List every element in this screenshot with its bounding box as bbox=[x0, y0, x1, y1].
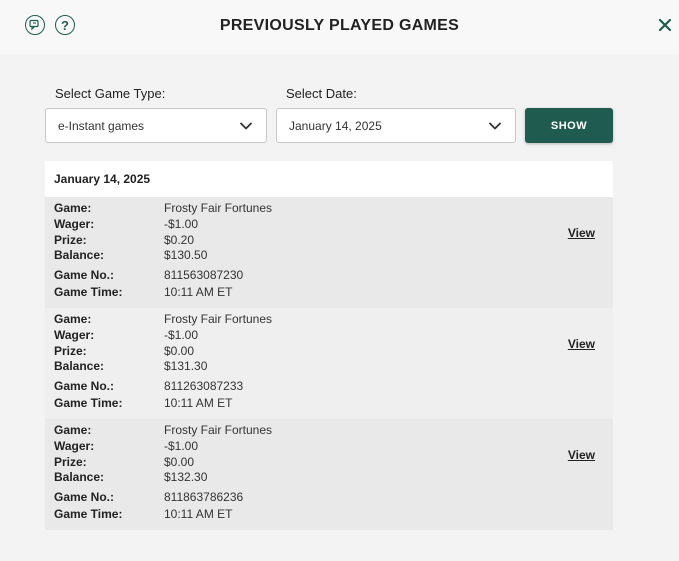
close-icon-glyph bbox=[658, 18, 672, 32]
prize-label: Prize: bbox=[54, 344, 87, 358]
game-record: Game: Frosty Fair Fortunes Wager: -$1.00 P… bbox=[45, 197, 613, 308]
game-no-field: Game No.: 811263087233 bbox=[54, 379, 243, 394]
prize-field: Prize: $0.00 bbox=[54, 455, 194, 470]
date-select[interactable]: January 14, 2025 bbox=[276, 108, 516, 143]
game-label: Game: bbox=[54, 201, 92, 215]
game-type-select[interactable]: e-Instant games bbox=[45, 108, 267, 143]
game-no-value: 811563087230 bbox=[164, 268, 244, 282]
wager-value: -$1.00 bbox=[164, 439, 199, 453]
game-type-value: e-Instant games bbox=[58, 118, 145, 133]
prize-field: Prize: $0.20 bbox=[54, 233, 194, 248]
wager-field: Wager: -$1.00 bbox=[54, 217, 198, 232]
game-name: Frosty Fair Fortunes bbox=[164, 201, 273, 215]
date-value: January 14, 2025 bbox=[289, 118, 382, 133]
game-no-value: 811863786236 bbox=[164, 490, 244, 504]
game-field: Game: Frosty Fair Fortunes bbox=[54, 312, 272, 327]
game-field: Game: Frosty Fair Fortunes bbox=[54, 201, 272, 216]
chevron-down-icon bbox=[240, 122, 252, 129]
game-no-label: Game No.: bbox=[54, 490, 115, 504]
game-time-label: Game Time: bbox=[54, 396, 123, 410]
balance-value: $132.30 bbox=[164, 470, 208, 484]
game-record: Game: Frosty Fair Fortunes Wager: -$1.00 P… bbox=[45, 308, 613, 419]
game-time-value: 10:11 AM ET bbox=[164, 507, 233, 521]
view-link[interactable]: View bbox=[568, 448, 595, 462]
wager-label: Wager: bbox=[54, 328, 95, 342]
wager-label: Wager: bbox=[54, 439, 95, 453]
game-label: Game: bbox=[54, 423, 92, 437]
game-time-field: Game Time: 10:11 AM ET bbox=[54, 396, 232, 411]
game-name: Frosty Fair Fortunes bbox=[164, 312, 273, 326]
header: ? PREVIOUSLY PLAYED GAMES bbox=[0, 0, 679, 54]
game-no-label: Game No.: bbox=[54, 268, 115, 282]
prize-label: Prize: bbox=[54, 233, 87, 247]
prize-value: $0.00 bbox=[164, 455, 195, 469]
game-type-label: Select Game Type: bbox=[55, 86, 166, 101]
prize-field: Prize: $0.00 bbox=[54, 344, 194, 359]
wager-field: Wager: -$1.00 bbox=[54, 328, 198, 343]
game-time-value: 10:11 AM ET bbox=[164, 396, 233, 410]
game-no-field: Game No.: 811863786236 bbox=[54, 490, 243, 505]
prize-value: $0.20 bbox=[164, 233, 195, 247]
game-label: Game: bbox=[54, 312, 92, 326]
balance-field: Balance: $130.50 bbox=[54, 248, 207, 263]
prize-label: Prize: bbox=[54, 455, 87, 469]
game-time-value: 10:11 AM ET bbox=[164, 285, 233, 299]
view-link[interactable]: View bbox=[568, 337, 595, 351]
game-time-label: Game Time: bbox=[54, 285, 123, 299]
game-name: Frosty Fair Fortunes bbox=[164, 423, 273, 437]
game-no-label: Game No.: bbox=[54, 379, 115, 393]
game-no-value: 811263087233 bbox=[164, 379, 244, 393]
balance-label: Balance: bbox=[54, 248, 105, 262]
balance-value: $131.30 bbox=[164, 359, 208, 373]
balance-value: $130.50 bbox=[164, 248, 208, 262]
game-time-field: Game Time: 10:11 AM ET bbox=[54, 507, 232, 522]
balance-field: Balance: $132.30 bbox=[54, 470, 207, 485]
results-panel: January 14, 2025 Game: Frosty Fair Fortun… bbox=[45, 161, 613, 530]
close-icon[interactable] bbox=[656, 16, 674, 34]
wager-field: Wager: -$1.00 bbox=[54, 439, 198, 454]
game-time-field: Game Time: 10:11 AM ET bbox=[54, 285, 232, 300]
view-link[interactable]: View bbox=[568, 226, 595, 240]
game-time-label: Game Time: bbox=[54, 507, 123, 521]
balance-field: Balance: $131.30 bbox=[54, 359, 207, 374]
date-label: Select Date: bbox=[286, 86, 357, 101]
balance-label: Balance: bbox=[54, 359, 105, 373]
game-record: Game: Frosty Fair Fortunes Wager: -$1.00 P… bbox=[45, 419, 613, 530]
wager-label: Wager: bbox=[54, 217, 95, 231]
wager-value: -$1.00 bbox=[164, 217, 199, 231]
balance-label: Balance: bbox=[54, 470, 105, 484]
show-button[interactable]: SHOW bbox=[525, 108, 613, 143]
prize-value: $0.00 bbox=[164, 344, 195, 358]
chevron-down-icon bbox=[489, 122, 501, 129]
game-field: Game: Frosty Fair Fortunes bbox=[54, 423, 272, 438]
wager-value: -$1.00 bbox=[164, 328, 199, 342]
page-title: PREVIOUSLY PLAYED GAMES bbox=[219, 17, 460, 34]
game-no-field: Game No.: 811563087230 bbox=[54, 268, 243, 283]
results-date-header: January 14, 2025 bbox=[45, 161, 613, 197]
